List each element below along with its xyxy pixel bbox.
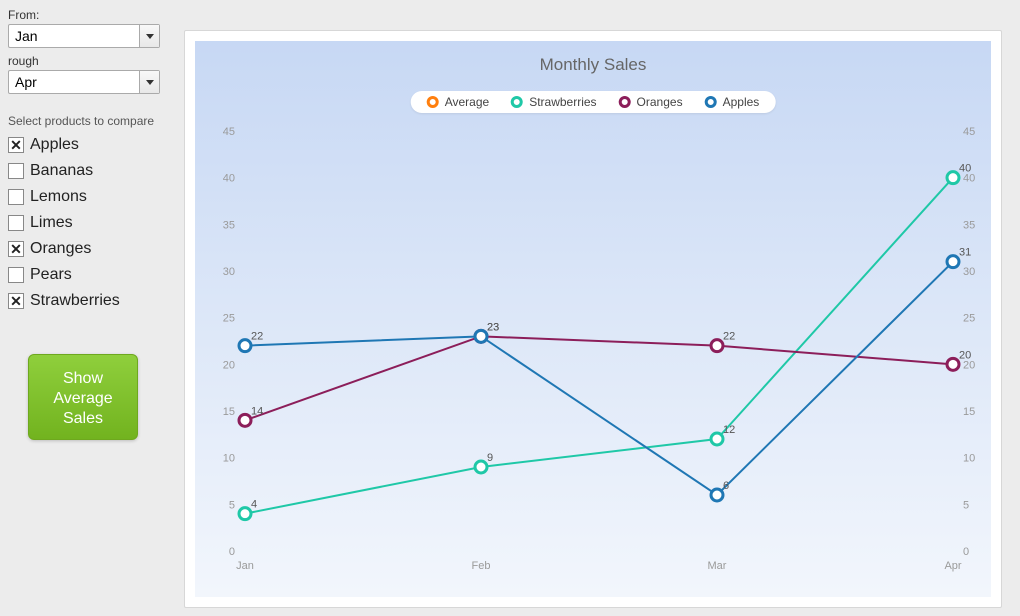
checkbox-icon[interactable]: ✕	[8, 137, 24, 153]
y-tick-label: 10	[223, 453, 235, 465]
from-select[interactable]: Jan	[8, 24, 160, 48]
series-line-strawberries	[245, 178, 953, 514]
y-tick-label: 40	[223, 173, 235, 185]
checkbox-icon[interactable]	[8, 215, 24, 231]
y-tick-label: 35	[223, 219, 235, 231]
x-tick-label: Jan	[236, 560, 254, 572]
product-label: Strawberries	[30, 292, 120, 310]
x-tick-label: Mar	[708, 560, 727, 572]
checkbox-icon[interactable]: ✕	[8, 293, 24, 309]
products-label: Select products to compare	[8, 114, 180, 128]
show-average-sales-button[interactable]: ShowAverageSales	[28, 354, 138, 440]
data-label: 14	[251, 405, 263, 417]
y-tick-label: 15	[223, 406, 235, 418]
data-point[interactable]	[711, 489, 723, 501]
y-tick-label-right: 30	[963, 266, 975, 278]
product-label: Lemons	[30, 188, 87, 206]
product-item-strawberries[interactable]: ✕ Strawberries	[8, 288, 180, 314]
data-label: 6	[723, 480, 729, 492]
data-point[interactable]	[239, 508, 251, 520]
product-label: Apples	[30, 136, 79, 154]
chevron-down-icon	[139, 71, 159, 93]
from-value: Jan	[15, 28, 38, 44]
through-value: Apr	[15, 74, 37, 90]
product-item-pears[interactable]: Pears	[8, 262, 180, 288]
product-label: Oranges	[30, 240, 91, 258]
data-label: 9	[487, 452, 493, 464]
y-tick-label-right: 5	[963, 499, 969, 511]
chart-card: Monthly Sales AverageStrawberriesOranges…	[184, 30, 1002, 608]
button-label: ShowAverageSales	[53, 370, 112, 427]
product-label: Limes	[30, 214, 73, 232]
y-tick-label: 25	[223, 313, 235, 325]
data-point[interactable]	[711, 433, 723, 445]
product-label: Pears	[30, 266, 72, 284]
data-point[interactable]	[475, 330, 487, 342]
product-label: Bananas	[30, 162, 93, 180]
y-tick-label: 0	[229, 546, 235, 558]
checkbox-icon[interactable]: ✕	[8, 241, 24, 257]
through-select[interactable]: Apr	[8, 70, 160, 94]
y-tick-label: 5	[229, 499, 235, 511]
through-label: rough	[8, 54, 180, 68]
chevron-down-icon	[139, 25, 159, 47]
product-item-apples[interactable]: ✕ Apples	[8, 132, 180, 158]
sidebar: From: Jan rough Apr Select products to c…	[0, 0, 180, 440]
checkbox-icon[interactable]	[8, 189, 24, 205]
y-tick-label-right: 0	[963, 546, 969, 558]
series-line-oranges	[245, 336, 953, 420]
data-label: 31	[959, 247, 971, 259]
data-label: 12	[723, 424, 735, 436]
data-label: 4	[251, 499, 257, 511]
products-list: ✕ Apples Bananas Lemons Limes ✕ Oranges Pears ✕ S…	[8, 132, 180, 314]
data-point[interactable]	[239, 414, 251, 426]
data-point[interactable]	[711, 340, 723, 352]
product-item-bananas[interactable]: Bananas	[8, 158, 180, 184]
product-item-oranges[interactable]: ✕ Oranges	[8, 236, 180, 262]
from-label: From:	[8, 8, 180, 22]
y-tick-label-right: 25	[963, 313, 975, 325]
data-label: 23	[487, 321, 499, 333]
y-tick-label-right: 45	[963, 126, 975, 138]
data-label: 22	[251, 331, 263, 343]
chart-plot: 0 0 5 5 10 10 15 15 20 20 25 25 30 30 35 35 40 40 45 45 Jan F…	[185, 31, 1003, 609]
data-point[interactable]	[947, 256, 959, 268]
y-tick-label: 45	[223, 126, 235, 138]
data-point[interactable]	[947, 358, 959, 370]
data-point[interactable]	[239, 340, 251, 352]
product-item-limes[interactable]: Limes	[8, 210, 180, 236]
data-label: 22	[723, 331, 735, 343]
data-label: 20	[959, 349, 971, 361]
data-point[interactable]	[475, 461, 487, 473]
y-tick-label-right: 35	[963, 219, 975, 231]
data-point[interactable]	[947, 172, 959, 184]
checkbox-icon[interactable]	[8, 267, 24, 283]
y-tick-label: 20	[223, 359, 235, 371]
y-tick-label-right: 10	[963, 453, 975, 465]
x-tick-label: Feb	[472, 560, 491, 572]
product-item-lemons[interactable]: Lemons	[8, 184, 180, 210]
x-tick-label: Apr	[944, 560, 961, 572]
checkbox-icon[interactable]	[8, 163, 24, 179]
y-tick-label: 30	[223, 266, 235, 278]
y-tick-label-right: 15	[963, 406, 975, 418]
data-label: 40	[959, 163, 971, 175]
